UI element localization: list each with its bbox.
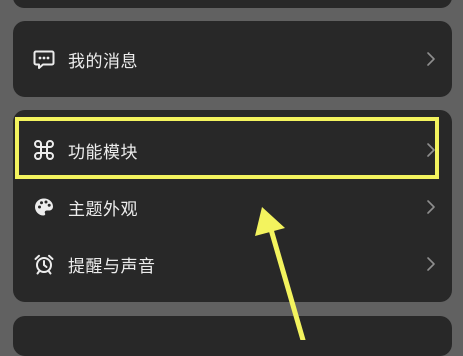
annotation-arrow	[255, 207, 306, 340]
